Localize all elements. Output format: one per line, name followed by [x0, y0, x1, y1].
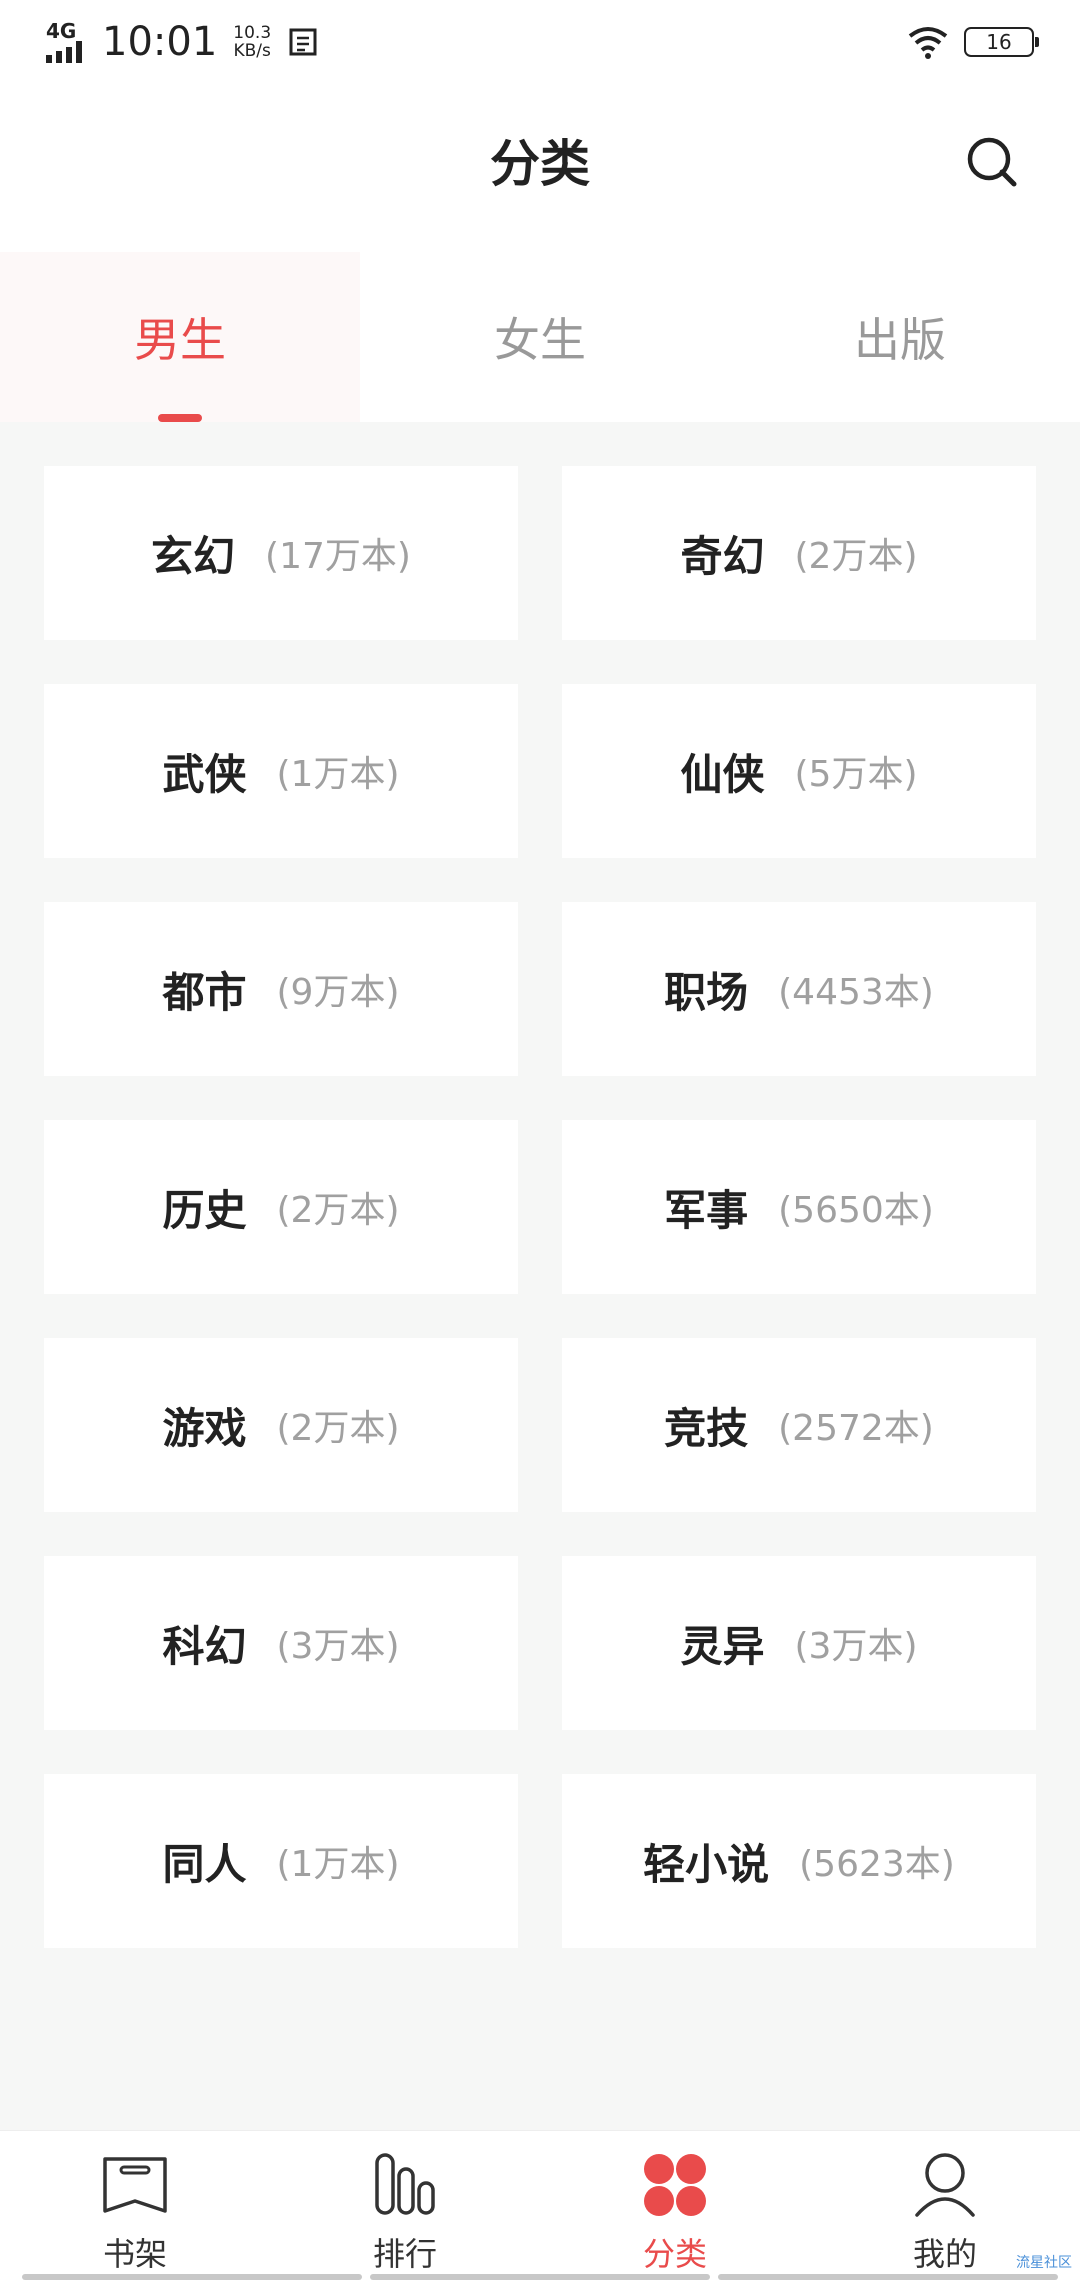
category-name: 科幻 [162, 1621, 247, 1671]
category-count: (3万本) [794, 1626, 918, 1667]
search-icon[interactable] [962, 132, 1022, 192]
category-card[interactable]: 轻小说 (5623本) [562, 1774, 1036, 1948]
gender-tabs: 男生 女生 出版 [0, 252, 1080, 422]
category-card[interactable]: 竞技 (2572本) [562, 1338, 1036, 1512]
nav-profile-label: 我的 [912, 2235, 977, 2273]
category-name: 同人 [162, 1839, 247, 1889]
nav-ranking-label: 排行 [372, 2235, 437, 2273]
category-card[interactable]: 职场 (4453本) [562, 902, 1036, 1076]
category-count: (2万本) [276, 1190, 400, 1231]
category-count: (5623本) [799, 1844, 955, 1885]
category-count: (2572本) [778, 1408, 934, 1449]
category-name: 都市 [162, 967, 247, 1017]
bookshelf-icon [103, 2157, 167, 2213]
category-name: 灵异 [680, 1621, 765, 1671]
tab-male-label: 男生 [134, 313, 226, 367]
category-name: 武侠 [162, 749, 247, 799]
category-name: 玄幻 [151, 531, 236, 581]
category-count: (5万本) [794, 754, 918, 795]
category-count: (2万本) [276, 1408, 400, 1449]
tab-publishing-label: 出版 [854, 313, 946, 367]
nav-bookshelf-label: 书架 [102, 2235, 167, 2273]
status-bar: 4G 10:01 10.3 KB/s 16 [0, 0, 1080, 84]
category-card[interactable]: 武侠 (1万本) [44, 684, 518, 858]
nav-category-label: 分类 [642, 2235, 707, 2273]
tab-female-label: 女生 [494, 313, 586, 367]
tab-publishing[interactable]: 出版 [720, 252, 1080, 422]
category-count: (5650本) [778, 1190, 934, 1231]
category-card[interactable]: 科幻 (3万本) [44, 1556, 518, 1730]
nav-bookshelf[interactable]: 书架 [0, 2131, 270, 2280]
watermark: 流星社区 [1016, 2255, 1072, 2271]
sim-card-icon [289, 28, 317, 56]
tab-male[interactable]: 男生 [0, 252, 360, 422]
category-card[interactable]: 仙侠 (5万本) [562, 684, 1036, 858]
app-root: 4G 10:01 10.3 KB/s 16 分类 男生 女生 出版 玄幻 (17… [0, 0, 1080, 2280]
category-name: 游戏 [162, 1403, 247, 1453]
tab-female[interactable]: 女生 [360, 252, 720, 422]
category-count: (9万本) [276, 972, 400, 1013]
category-count: (3万本) [276, 1626, 400, 1667]
status-time: 10:01 [102, 19, 218, 65]
header: 分类 [0, 84, 1080, 252]
system-gesture-bar [0, 2274, 1080, 2280]
category-name: 奇幻 [680, 531, 765, 581]
category-card[interactable]: 灵异 (3万本) [562, 1556, 1036, 1730]
category-card[interactable]: 同人 (1万本) [44, 1774, 518, 1948]
network-speed: 10.3 KB/s [233, 24, 271, 60]
category-count: (4453本) [778, 972, 934, 1013]
network-speed-unit: KB/s [233, 41, 271, 61]
signal-bars-icon [46, 41, 82, 63]
network-speed-value: 10.3 [233, 23, 272, 43]
category-grid: 玄幻 (17万本) 奇幻 (2万本) 武侠 (1万本) 仙侠 (5万本) 都市 (9万本)… [44, 466, 1036, 1948]
active-tab-indicator [158, 414, 202, 422]
category-card[interactable]: 玄幻 (17万本) [44, 466, 518, 640]
category-name: 竞技 [664, 1403, 749, 1453]
wifi-icon [908, 27, 948, 59]
profile-icon [915, 2153, 975, 2217]
category-card[interactable]: 军事 (5650本) [562, 1120, 1036, 1294]
status-right: 16 [906, 24, 1039, 60]
category-icon [644, 2154, 706, 2216]
category-card[interactable]: 都市 (9万本) [44, 902, 518, 1076]
nav-category[interactable]: 分类 [540, 2131, 810, 2280]
category-name: 军事 [664, 1185, 749, 1235]
page-title: 分类 [490, 135, 590, 193]
category-count: (2万本) [794, 536, 918, 577]
category-count: (1万本) [276, 1844, 400, 1885]
category-count: (17万本) [265, 536, 411, 577]
network-type: 4G [46, 19, 77, 43]
category-name: 仙侠 [680, 749, 765, 799]
bottom-navigation: 书架 排行 分类 我的 流星社区 [0, 2130, 1080, 2280]
battery-level: 16 [986, 30, 1012, 54]
category-count: (1万本) [276, 754, 400, 795]
category-name: 历史 [162, 1185, 247, 1235]
category-card[interactable]: 历史 (2万本) [44, 1120, 518, 1294]
signal-indicator: 4G [46, 21, 92, 63]
nav-ranking[interactable]: 排行 [270, 2131, 540, 2280]
category-name: 轻小说 [643, 1839, 770, 1889]
battery-indicator: 16 [964, 27, 1039, 57]
category-name: 职场 [664, 967, 749, 1017]
category-card[interactable]: 奇幻 (2万本) [562, 466, 1036, 640]
ranking-icon [375, 2153, 435, 2215]
category-card[interactable]: 游戏 (2万本) [44, 1338, 518, 1512]
